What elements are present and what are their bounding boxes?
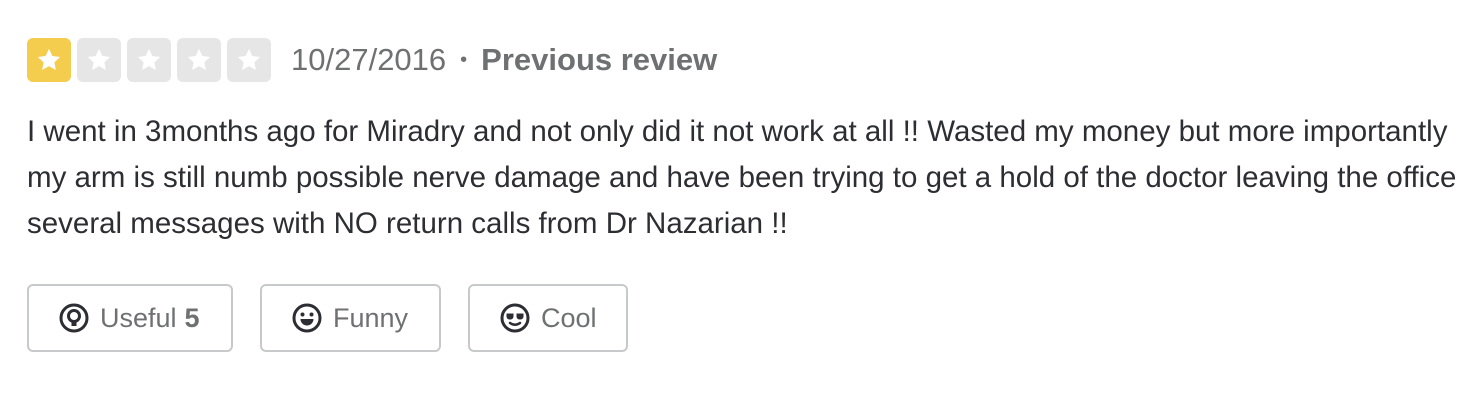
star-icon	[137, 48, 161, 71]
lightbulb-icon	[58, 302, 90, 334]
star-4	[177, 38, 221, 82]
useful-count: 5	[184, 302, 200, 333]
star-2	[77, 38, 121, 82]
separator-dot: •	[460, 48, 468, 71]
review-card: 10/27/2016 • Previous review I went in 3…	[27, 38, 1477, 352]
review-header: 10/27/2016 • Previous review	[27, 38, 1477, 82]
useful-label: Useful	[100, 302, 177, 333]
star-5	[227, 38, 271, 82]
laughing-face-icon	[291, 302, 323, 334]
star-icon	[237, 48, 261, 71]
star-icon	[37, 48, 61, 71]
useful-button[interactable]: Useful 5	[27, 284, 233, 352]
review-date: 10/27/2016	[291, 42, 447, 77]
star-icon	[187, 48, 211, 71]
review-actions: Useful 5 Funny Cool	[27, 284, 1477, 352]
star-3	[127, 38, 171, 82]
funny-button[interactable]: Funny	[260, 284, 441, 352]
star-icon	[87, 48, 111, 71]
star-1	[27, 38, 71, 82]
previous-review-link[interactable]: Previous review	[481, 42, 717, 78]
cool-button[interactable]: Cool	[468, 284, 628, 352]
sunglasses-face-icon	[499, 302, 531, 334]
cool-label: Cool	[541, 302, 597, 333]
funny-label: Funny	[333, 302, 409, 333]
review-text: I went in 3months ago for Miradry and no…	[27, 115, 1457, 240]
star-rating	[27, 38, 271, 82]
